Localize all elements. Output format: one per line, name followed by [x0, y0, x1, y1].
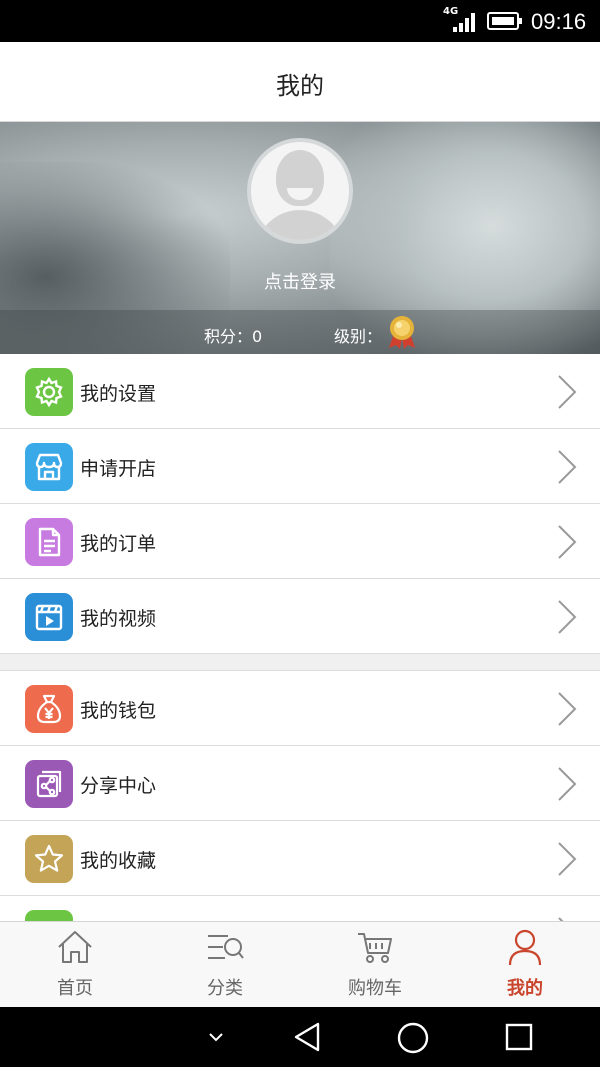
menu-item-orders[interactable]: 我的订单 [0, 504, 600, 579]
share-icon [25, 760, 73, 808]
battery-icon [487, 12, 522, 30]
clock: 09:16 [531, 9, 587, 34]
tab-label: 我的 [507, 978, 543, 999]
menu-label: 我的钱包 [80, 700, 157, 722]
menu-item-wallet[interactable]: 我的钱包 [0, 671, 600, 746]
page-title: 我的 [276, 72, 324, 100]
home-icon [58, 931, 92, 963]
chevron-right-icon [558, 842, 577, 876]
chevron-right-icon [558, 450, 577, 484]
chevron-right-icon [558, 375, 577, 409]
chevron-right-icon [558, 767, 577, 801]
menu-label: 分享中心 [80, 775, 157, 797]
menu-item-favorites[interactable]: 我的收藏 [0, 821, 600, 896]
chevron-right-icon [558, 692, 577, 726]
shop-icon [25, 443, 73, 491]
money-bag-icon [25, 685, 73, 733]
status-bar: 4G 09:16 [0, 0, 600, 42]
home-circle-icon[interactable] [396, 1021, 430, 1055]
tab-home[interactable]: 首页 [0, 922, 150, 1008]
document-icon [25, 518, 73, 566]
menu-item-videos[interactable]: 我的视频 [0, 579, 600, 654]
category-search-icon [208, 935, 244, 959]
points-text: 积分：0 [204, 327, 263, 346]
medal-icon [389, 316, 415, 349]
user-icon [508, 929, 542, 966]
tab-label: 购物车 [348, 978, 402, 999]
menu-label: 我的订单 [80, 533, 157, 555]
chevron-right-icon [558, 600, 577, 634]
cart-icon [358, 933, 392, 963]
profile-banner: 点击登录 积分：0 级别： [0, 122, 600, 354]
chevron-right-icon [558, 525, 577, 559]
menu-group-account: 我的设置 申请开店 我的订单 我的视频 [0, 354, 600, 654]
menu-label: 我的视频 [80, 608, 157, 630]
tab-cart[interactable]: 购物车 [300, 922, 450, 1008]
recent-apps-icon[interactable] [504, 1022, 534, 1052]
login-link[interactable]: 点击登录 [200, 268, 400, 294]
video-icon [25, 593, 73, 641]
star-icon [25, 835, 73, 883]
tab-category[interactable]: 分类 [150, 922, 300, 1008]
tab-label: 分类 [207, 978, 243, 999]
bottom-tab-bar: 首页 分类 购物车 我的 [0, 921, 600, 1007]
back-icon[interactable] [292, 1021, 322, 1053]
level-text: 级别： [334, 327, 383, 346]
tab-label: 首页 [57, 978, 93, 999]
menu-label: 我的收藏 [80, 850, 157, 872]
menu-label: 申请开店 [80, 458, 157, 480]
menu-item-settings[interactable]: 我的设置 [0, 354, 600, 429]
system-nav-bar [0, 1007, 600, 1067]
menu-label: 我的设置 [80, 383, 157, 405]
menu-item-open-shop[interactable]: 申请开店 [0, 429, 600, 504]
gear-icon [25, 368, 73, 416]
avatar[interactable] [247, 138, 353, 244]
tab-mine[interactable]: 我的 [450, 922, 600, 1008]
chevron-down-icon[interactable] [206, 1031, 226, 1043]
signal-icon [451, 12, 477, 32]
stats-bar: 积分：0 级别： [0, 310, 600, 354]
menu-item-share-center[interactable]: 分享中心 [0, 746, 600, 821]
app-header: 我的 [0, 42, 600, 122]
